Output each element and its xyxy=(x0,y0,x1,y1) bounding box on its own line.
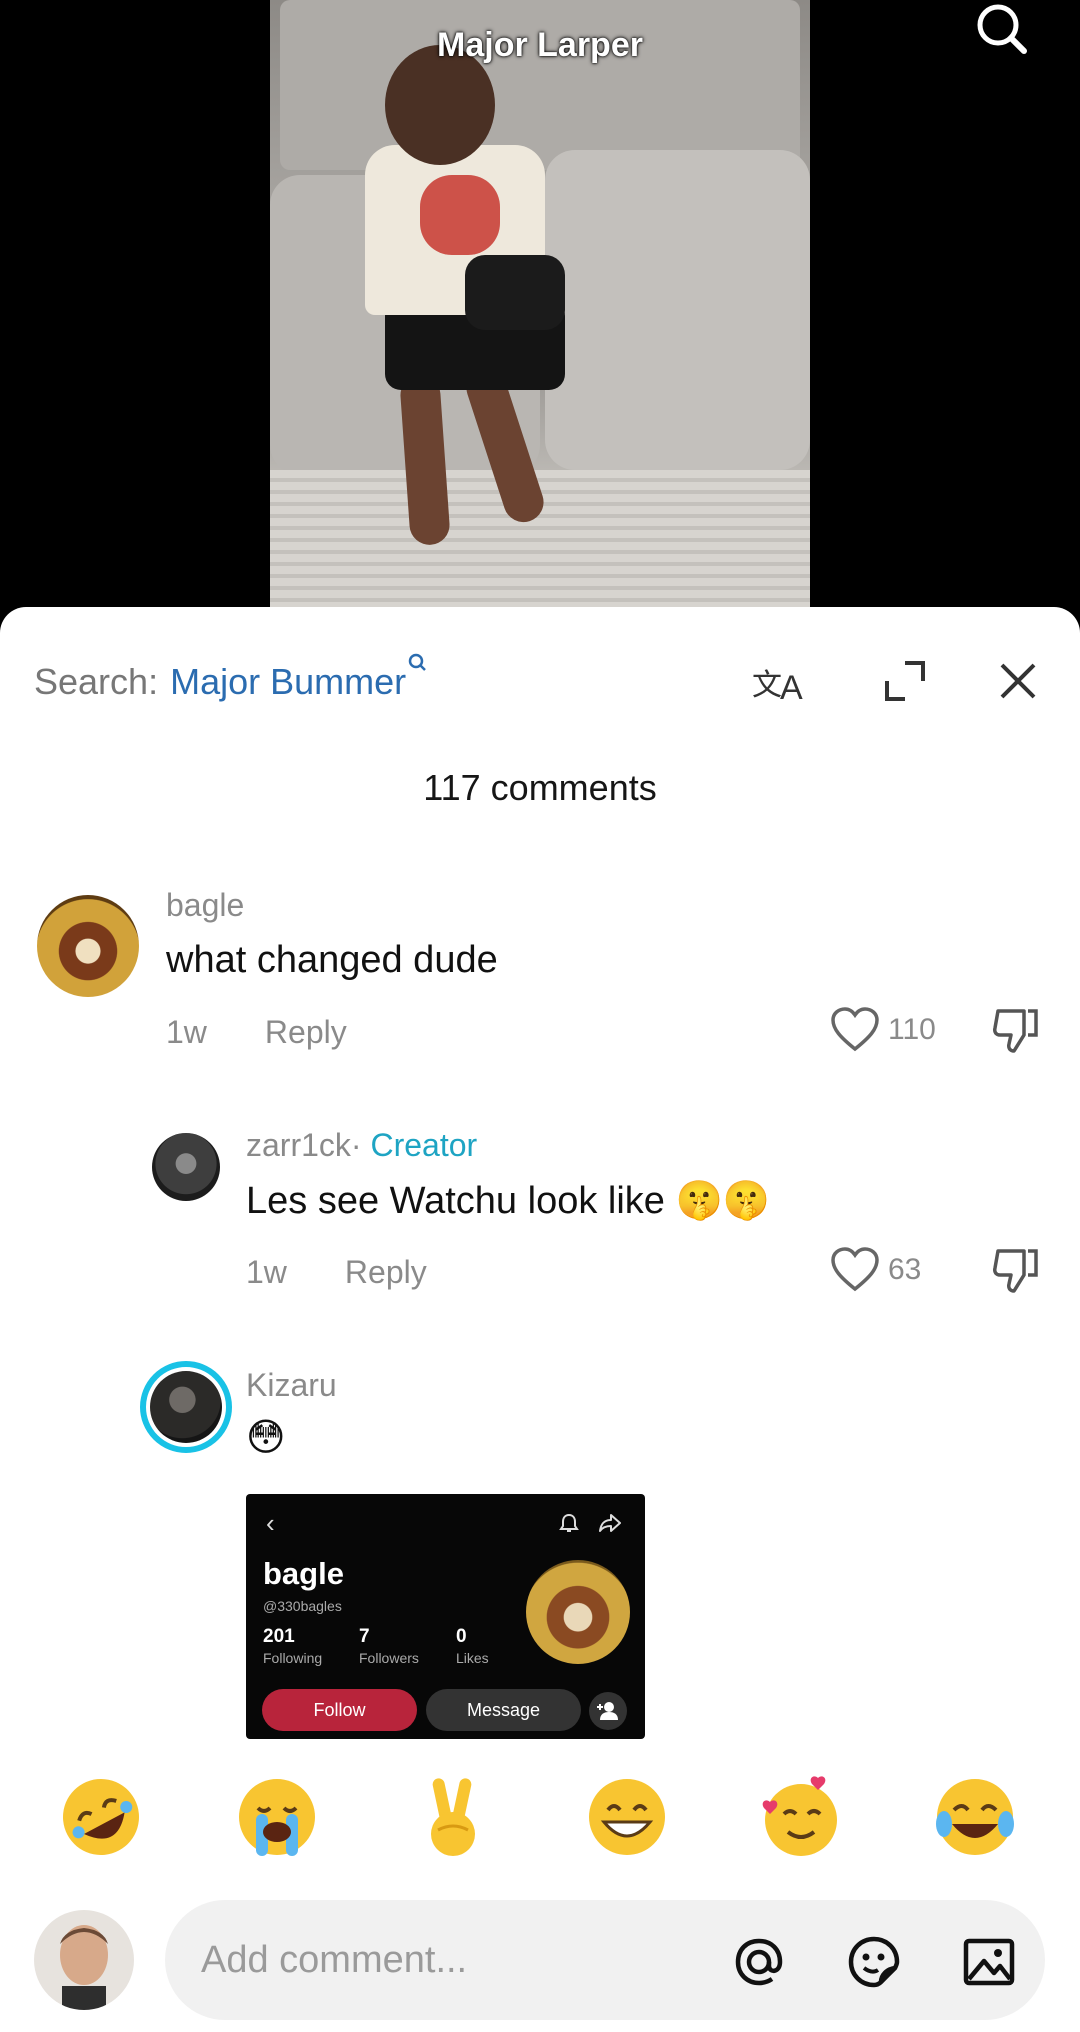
comment-composer[interactable] xyxy=(165,1900,1045,2020)
card-likes-count: 0 xyxy=(456,1626,467,1647)
close-button[interactable] xyxy=(988,651,1048,711)
search-suggestion[interactable]: Search: Major Bummer xyxy=(34,653,428,707)
mention-icon xyxy=(735,1938,783,1986)
image-icon xyxy=(963,1938,1015,1986)
comment-input[interactable] xyxy=(201,1930,721,1990)
quick-emoji-button[interactable] xyxy=(930,1772,1020,1862)
comment-time: 1w xyxy=(166,1014,207,1050)
heart-icon xyxy=(831,1247,879,1292)
comment-count: 117 comments xyxy=(423,767,657,808)
grinning-emoji-icon xyxy=(589,1779,665,1855)
dislike-button[interactable] xyxy=(990,1245,1042,1297)
crying-emoji-icon xyxy=(239,1779,315,1856)
creator-badge: Creator xyxy=(370,1127,478,1163)
quick-emoji-button[interactable] xyxy=(756,1772,846,1862)
card-followers-count: 7 xyxy=(359,1626,370,1647)
like-button[interactable]: 110 xyxy=(830,1007,936,1053)
comment-username[interactable]: Kizaru xyxy=(246,1367,337,1404)
comment-time: 1w xyxy=(246,1254,287,1290)
video-title: Major Larper xyxy=(437,26,643,64)
translate-button[interactable]: 文 A xyxy=(750,651,810,711)
back-arrow-icon: ‹ xyxy=(266,1508,275,1538)
card-likes-label: Likes xyxy=(456,1650,489,1666)
victory-hand-emoji-icon xyxy=(431,1778,475,1856)
svg-text:文: 文 xyxy=(752,668,782,703)
bell-icon xyxy=(559,1513,579,1532)
like-count: 110 xyxy=(888,1013,936,1046)
quick-emoji-button[interactable] xyxy=(56,1772,146,1862)
card-message-button: Message xyxy=(426,1689,581,1731)
card-handle: @330bagles xyxy=(263,1598,342,1614)
comment-text: what changed dude xyxy=(166,939,498,981)
close-icon xyxy=(1000,663,1036,699)
expand-button[interactable] xyxy=(875,651,935,711)
expand-icon xyxy=(885,661,925,701)
comment-text: Les see Watchu look like 🤫🤫 xyxy=(246,1180,771,1222)
card-avatar xyxy=(526,1560,630,1664)
like-count: 63 xyxy=(888,1253,922,1286)
translate-icon: 文 A xyxy=(752,668,803,707)
search-term[interactable]: Major Bummer xyxy=(170,661,406,703)
comment-username[interactable]: bagle xyxy=(166,887,244,924)
reply-button[interactable]: Reply xyxy=(345,1254,427,1290)
dislike-button[interactable] xyxy=(990,1005,1042,1057)
image-button[interactable] xyxy=(960,1933,1018,1991)
comment-username-row: zarr1ck· Creator xyxy=(246,1127,477,1164)
tears-of-joy-emoji-icon xyxy=(936,1779,1014,1855)
comment-meta: 1w Reply xyxy=(246,1254,427,1291)
avatar[interactable] xyxy=(37,895,139,997)
profile-screenshot-attachment[interactable]: ‹ bagle @330bagles 201 Following 7 Follo… xyxy=(246,1494,645,1739)
video-player[interactable]: Major Larper xyxy=(0,0,1080,610)
avatar[interactable] xyxy=(152,1133,220,1201)
dislike-icon xyxy=(993,1009,1038,1053)
separator: · xyxy=(350,1127,362,1163)
quick-emoji-button[interactable] xyxy=(232,1772,322,1862)
mention-button[interactable] xyxy=(730,1933,788,1991)
card-follow-button: Follow xyxy=(262,1689,417,1731)
smiling-hearts-emoji-icon xyxy=(762,1776,837,1856)
quick-emoji-button[interactable] xyxy=(582,1772,672,1862)
search-icon xyxy=(977,4,1027,54)
rofl-emoji-icon xyxy=(62,1779,139,1855)
reply-button[interactable]: Reply xyxy=(265,1014,347,1050)
avatar-story-ring[interactable] xyxy=(140,1361,232,1453)
search-small-icon xyxy=(408,653,428,679)
add-friend-icon xyxy=(589,1692,627,1730)
video-frame[interactable] xyxy=(270,0,810,610)
card-following-count: 201 xyxy=(263,1626,295,1647)
card-profile-name: bagle xyxy=(263,1556,344,1591)
comment-username[interactable]: zarr1ck xyxy=(246,1127,351,1163)
quick-emoji-button[interactable] xyxy=(408,1772,498,1862)
search-prefix: Search: xyxy=(34,661,159,702)
card-following-label: Following xyxy=(263,1650,323,1666)
sticker-button[interactable] xyxy=(845,1933,903,1991)
share-icon xyxy=(599,1514,621,1532)
search-button[interactable] xyxy=(968,0,1038,60)
svg-text:A: A xyxy=(780,669,803,707)
comment-text: 😳 xyxy=(246,1417,286,1459)
comment-meta: 1w Reply xyxy=(166,1014,347,1051)
comments-sheet: Search: Major Bummer 文 A 117 comments ba… xyxy=(0,607,1080,2032)
sticker-icon xyxy=(848,1936,900,1988)
card-followers-label: Followers xyxy=(359,1650,419,1666)
heart-icon xyxy=(831,1007,879,1052)
dislike-icon xyxy=(993,1249,1038,1293)
sofa-cushion xyxy=(545,150,810,470)
like-button[interactable]: 63 xyxy=(830,1247,921,1293)
my-avatar[interactable] xyxy=(34,1910,134,2010)
child-figure xyxy=(365,45,565,547)
